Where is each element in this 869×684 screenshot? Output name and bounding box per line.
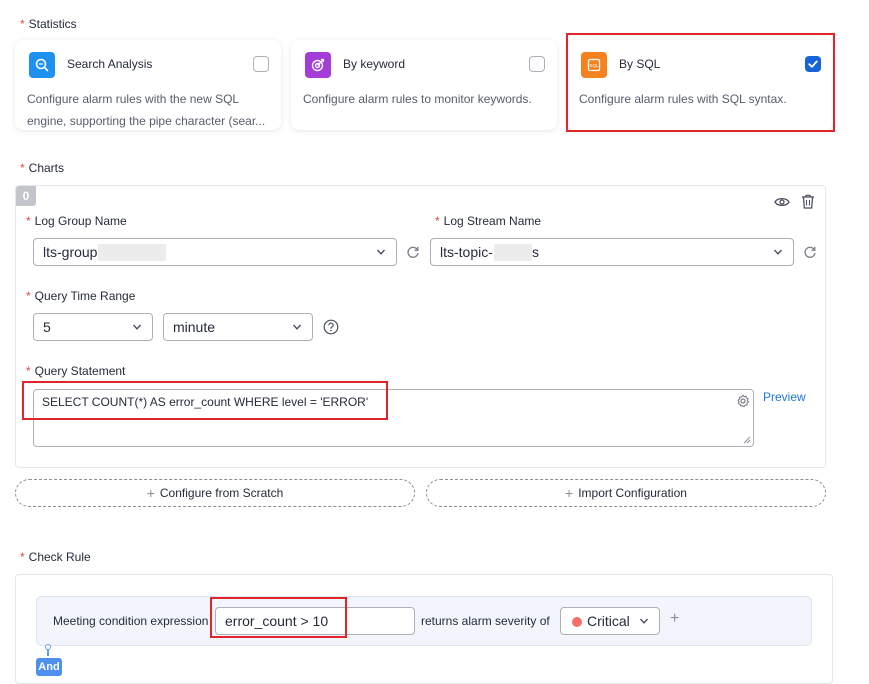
by-keyword-card[interactable]: By keyword Configure alarm rules to moni… xyxy=(291,40,557,130)
target-icon xyxy=(305,52,331,78)
help-icon[interactable] xyxy=(323,319,339,335)
by-keyword-description: Configure alarm rules to monitor keyword… xyxy=(303,92,532,106)
eye-icon[interactable] xyxy=(774,195,790,209)
condition-expression-highlight xyxy=(210,597,347,638)
returns-severity-label: returns alarm severity of xyxy=(421,614,550,628)
refresh-icon[interactable] xyxy=(406,245,420,259)
plus-icon: + xyxy=(146,485,155,501)
chevron-down-icon xyxy=(132,324,142,330)
chevron-down-icon xyxy=(773,249,783,255)
query-statement-label: * Query Statement xyxy=(26,364,126,378)
check-rule-section-title: * Check Rule xyxy=(20,550,91,564)
by-keyword-title: By keyword xyxy=(343,57,406,71)
log-group-select[interactable]: lts-group xyxy=(33,238,397,266)
query-time-unit-select[interactable]: minute xyxy=(163,313,313,341)
and-badge[interactable]: And xyxy=(36,658,62,676)
delete-icon[interactable] xyxy=(801,194,815,209)
refresh-icon[interactable] xyxy=(803,245,817,259)
log-group-label: * Log Group Name xyxy=(26,214,127,228)
severity-dot xyxy=(572,617,582,627)
query-time-value-select[interactable]: 5 xyxy=(33,313,153,341)
query-statement-highlight xyxy=(22,381,388,420)
search-analysis-checkbox[interactable] xyxy=(253,56,269,72)
by-keyword-checkbox[interactable] xyxy=(529,56,545,72)
redacted-blur xyxy=(98,244,166,261)
chevron-down-icon xyxy=(376,249,386,255)
severity-select[interactable]: Critical xyxy=(560,607,660,635)
configure-from-scratch-button[interactable]: + Configure from Scratch xyxy=(15,479,415,507)
chart-panel: 0 * Log Group Name lts-group * Log Stream … xyxy=(15,185,826,468)
chevron-down-icon xyxy=(292,324,302,330)
log-stream-select[interactable]: lts-topic- s xyxy=(430,238,794,266)
plus-icon: + xyxy=(565,485,574,501)
resize-handle-icon[interactable] xyxy=(743,436,751,444)
and-connector-dot xyxy=(45,644,51,650)
search-analysis-title: Search Analysis xyxy=(67,57,153,71)
condition-row: Meeting condition expression error_count… xyxy=(36,596,812,646)
chart-index-badge: 0 xyxy=(16,186,36,206)
charts-section-title: * Charts xyxy=(20,161,65,175)
check-rule-panel: Meeting condition expression error_count… xyxy=(15,574,833,684)
condition-label: Meeting condition expression xyxy=(53,614,209,628)
search-analysis-icon xyxy=(29,52,55,78)
statistics-section-title: * Statistics xyxy=(20,17,77,31)
log-stream-label: * Log Stream Name xyxy=(435,214,542,228)
preview-link[interactable]: Preview xyxy=(763,390,806,404)
search-analysis-description: Configure alarm rules with the new SQL e… xyxy=(27,92,266,128)
search-analysis-card[interactable]: Search Analysis Configure alarm rules wi… xyxy=(15,40,281,130)
chevron-down-icon xyxy=(639,618,649,624)
settings-gear-icon[interactable] xyxy=(736,394,750,408)
add-condition-plus-icon[interactable]: + xyxy=(670,610,679,628)
by-sql-highlight xyxy=(566,33,835,132)
query-time-range-label: * Query Time Range xyxy=(26,289,136,303)
redacted-blur xyxy=(494,244,532,261)
import-configuration-button[interactable]: + Import Configuration xyxy=(426,479,826,507)
